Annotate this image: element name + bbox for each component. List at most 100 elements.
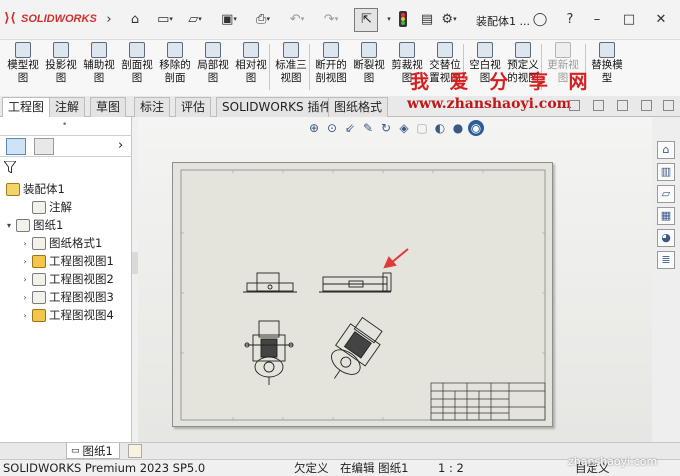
tree-item-label: 工程图视图4 xyxy=(49,308,114,322)
projected-view-label: 投影视图 xyxy=(45,59,77,84)
save-icon[interactable]: ▣ ▾ xyxy=(220,10,238,28)
relative-view-label: 相对视图 xyxy=(235,59,267,84)
doc-minimize-icon[interactable] xyxy=(617,100,628,111)
appearance-icon[interactable]: ● xyxy=(450,120,466,136)
tree-item[interactable]: › 工程图视图1 xyxy=(20,252,113,270)
close-icon[interactable]: ✕ xyxy=(652,10,670,28)
watermark-corner: zhanshaoyi.com xyxy=(568,455,658,468)
crop-view-icon xyxy=(399,42,415,58)
empty-view-icon xyxy=(477,42,493,58)
definition-status: 欠定义 xyxy=(294,461,329,475)
tab-5[interactable]: SOLIDWORKS 插件 xyxy=(216,97,338,117)
zoom-to-fit-icon[interactable]: ⊕ xyxy=(306,120,322,136)
select-button[interactable]: ⇱ xyxy=(354,8,378,32)
break-view-button[interactable]: 断裂视图 xyxy=(350,40,388,96)
drawing-view-4 xyxy=(331,316,383,379)
watermark-url: www.zhanshaoyi.com xyxy=(407,96,572,112)
tree-root[interactable]: 装配体1 xyxy=(4,180,65,198)
hide-show-icon[interactable]: ◐ xyxy=(432,120,448,136)
sheet-drawing xyxy=(180,169,546,421)
tile-window-icon[interactable] xyxy=(593,100,604,111)
model-view-button[interactable]: 模型视图 xyxy=(4,40,42,96)
sheet-scale[interactable]: 1 : 2 xyxy=(438,460,464,476)
tab-4[interactable]: 评估 xyxy=(175,97,212,117)
home-icon[interactable]: ⌂ xyxy=(126,10,144,28)
display-style-icon[interactable]: ▢ xyxy=(414,120,430,136)
sketch-icon[interactable]: ✎ xyxy=(360,120,376,136)
tree-item[interactable]: ▾ 图纸1 xyxy=(4,216,63,234)
relative-view-button[interactable]: 相对视图 xyxy=(232,40,270,96)
solidworks-logo[interactable]: ⟩⟨ SOLIDWORKS xyxy=(4,9,97,29)
detail-view-button[interactable]: 局部视图 xyxy=(194,40,232,96)
expand-arrow-icon[interactable]: › xyxy=(20,311,30,320)
file-explorer-icon[interactable]: ▱ xyxy=(657,185,675,203)
previous-view-icon[interactable]: ⇙ xyxy=(342,120,358,136)
property-manager-tab-icon[interactable] xyxy=(34,138,54,155)
account-icon[interactable]: ◯ xyxy=(531,10,549,28)
rebuild-traffic-light-icon[interactable] xyxy=(394,10,412,28)
custom-properties-icon[interactable]: ≣ xyxy=(657,251,675,269)
feature-tree-tab-icon[interactable] xyxy=(6,138,26,155)
auxiliary-view-icon xyxy=(91,42,107,58)
section-view-label: 剖面视图 xyxy=(121,59,153,84)
maximize-icon[interactable]: □ xyxy=(620,10,638,28)
design-library-icon[interactable]: ▥ xyxy=(657,163,675,181)
rotate-icon[interactable]: ↻ xyxy=(378,120,394,136)
redo-icon[interactable]: ↷ ▾ xyxy=(322,10,340,28)
tab-2[interactable]: 草图 xyxy=(90,97,127,117)
product-version: SOLIDWORKS Premium 2023 SP5.0 xyxy=(3,461,206,475)
tab-3[interactable]: 标注 xyxy=(134,97,171,117)
expand-arrow-icon[interactable]: › xyxy=(20,257,30,266)
auxiliary-view-button[interactable]: 辅助视图 xyxy=(80,40,118,96)
options-gear-icon[interactable]: ⚙ ▾ xyxy=(440,10,458,28)
expand-arrow-icon[interactable]: › xyxy=(20,275,30,284)
view-palette-icon[interactable]: ▦ xyxy=(657,207,675,225)
help-icon[interactable]: ? xyxy=(561,10,579,28)
removed-section-label: 移除的 剖面 xyxy=(159,59,191,84)
panel-expand-icon[interactable]: › xyxy=(118,138,123,153)
restore-window-icon[interactable] xyxy=(569,100,580,111)
panel-grip-icon[interactable]: • xyxy=(62,120,67,130)
editing-status: 在编辑 图纸1 xyxy=(340,461,409,475)
tab-6[interactable]: 图纸格式 xyxy=(328,97,389,117)
standard-3-view-button[interactable]: 标准三 视图 xyxy=(272,40,310,96)
doc-maximize-icon[interactable] xyxy=(641,100,652,111)
tree-node-icon xyxy=(32,254,46,268)
scene-icon[interactable]: ◉ xyxy=(468,120,484,136)
appearances-icon[interactable]: ◕ xyxy=(657,229,675,247)
new-document-icon[interactable]: ▭ ▾ xyxy=(156,10,174,28)
print-icon[interactable]: ⎙ ▾ xyxy=(254,10,272,28)
open-folder-icon[interactable]: ▱ ▾ xyxy=(186,10,204,28)
annotation-arrow xyxy=(383,248,409,269)
collapse-arrow-icon[interactable]: › xyxy=(100,10,118,28)
tree-item[interactable]: 注解 xyxy=(20,198,72,216)
removed-section-button[interactable]: 移除的 剖面 xyxy=(156,40,194,96)
tree-item[interactable]: › 工程图视图3 xyxy=(20,288,113,306)
tree-item[interactable]: › 图纸格式1 xyxy=(20,234,102,252)
detail-view-label: 局部视图 xyxy=(197,59,229,84)
view-orientation-icon[interactable]: ◈ xyxy=(396,120,412,136)
tab-1[interactable]: 注解 xyxy=(49,97,86,117)
broken-out-section-button[interactable]: 断开的 剖视图 xyxy=(312,40,350,96)
minimize-icon[interactable]: – xyxy=(588,10,606,28)
detail-view-icon xyxy=(205,42,221,58)
drawing-sheet[interactable] xyxy=(172,162,553,427)
projected-view-button[interactable]: 投影视图 xyxy=(42,40,80,96)
file-properties-icon[interactable]: ▤ xyxy=(418,10,436,28)
zoom-area-icon[interactable]: ⊙ xyxy=(324,120,340,136)
tab-0[interactable]: 工程图 xyxy=(2,97,51,117)
expanded-arrow-icon[interactable]: ▾ xyxy=(4,221,14,230)
expand-arrow-icon[interactable]: › xyxy=(20,293,30,302)
drawing-view-1 xyxy=(243,272,297,293)
resources-home-icon[interactable]: ⌂ xyxy=(657,141,675,159)
filter-icon[interactable] xyxy=(3,160,17,176)
section-view-button[interactable]: 剖面视图 xyxy=(118,40,156,96)
document-title: 装配体1 ... xyxy=(476,15,530,28)
sheet-tab-1[interactable]: ▭ 图纸1 xyxy=(66,443,120,459)
tree-item[interactable]: › 工程图视图4 xyxy=(20,306,114,324)
undo-icon[interactable]: ↶ ▾ xyxy=(288,10,306,28)
tree-item[interactable]: › 工程图视图2 xyxy=(20,270,113,288)
doc-close-icon[interactable] xyxy=(663,100,674,111)
expand-arrow-icon[interactable]: › xyxy=(20,239,30,248)
add-sheet-icon[interactable] xyxy=(128,444,142,458)
